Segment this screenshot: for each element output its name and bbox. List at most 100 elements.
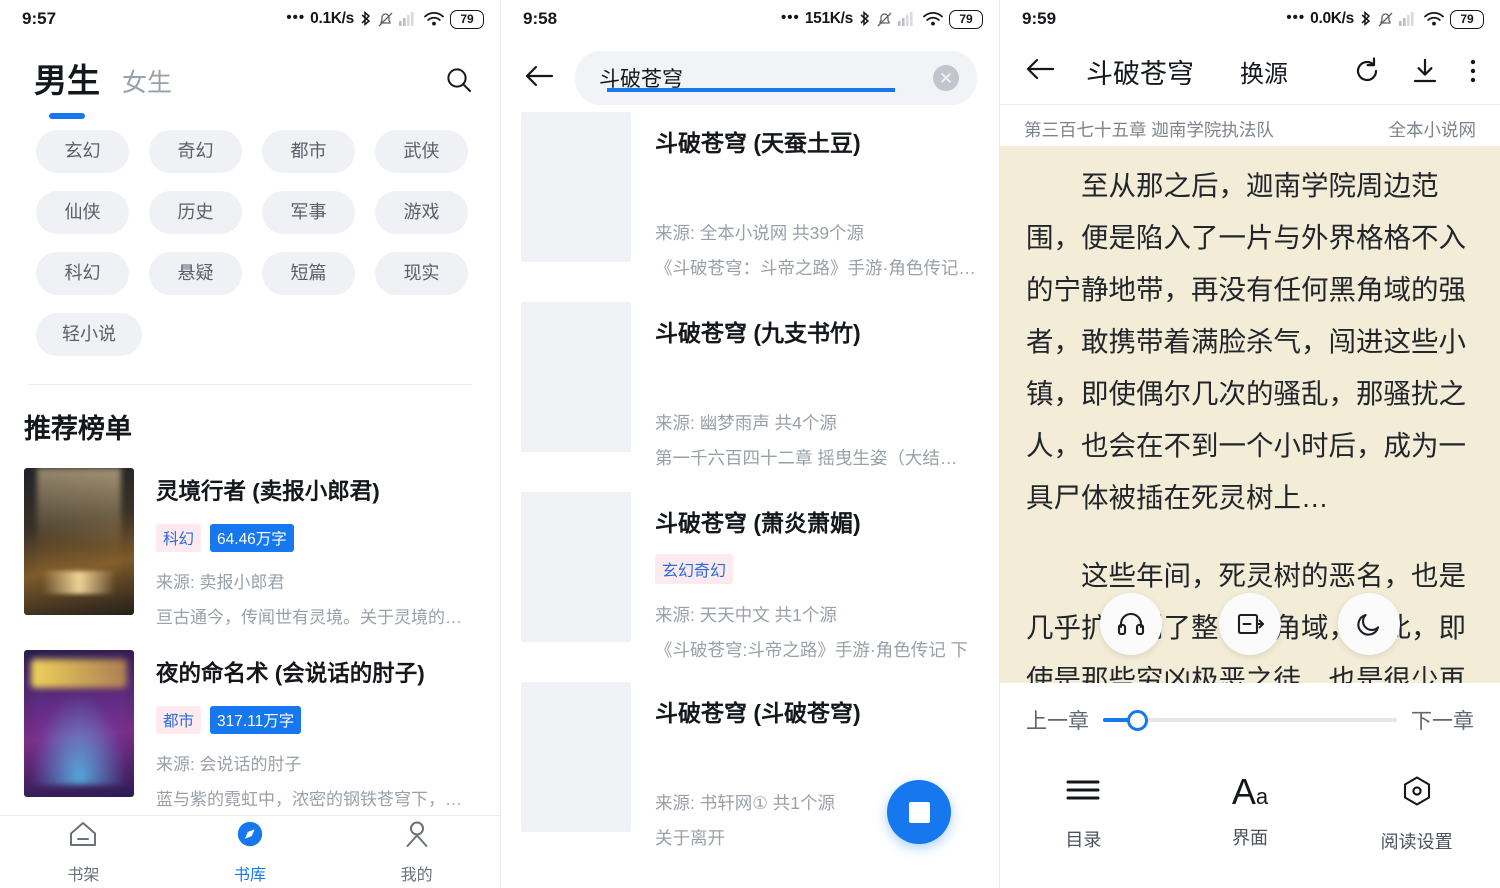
bluetooth-icon bbox=[359, 10, 372, 29]
book-cover-placeholder bbox=[521, 112, 631, 262]
book-title: 斗破苍穹 (萧炎萧媚) bbox=[655, 510, 861, 536]
book-source: 来源: 会说话的肘子 bbox=[156, 755, 302, 774]
book-badges: 科幻 64.46万字 bbox=[156, 524, 484, 552]
category-chip[interactable]: 轻小说 bbox=[36, 313, 142, 356]
book-title: 夜的命名术 (会说话的肘子) bbox=[156, 661, 425, 686]
home-icon bbox=[67, 819, 99, 854]
status-dots: ••• bbox=[1286, 8, 1306, 26]
category-chip[interactable]: 科幻 bbox=[36, 252, 129, 295]
category-chip[interactable]: 悬疑 bbox=[149, 252, 242, 295]
list-item[interactable]: 斗破苍穹 (天蚕土豆) 来源: 全本小说网 共39个源 《斗破苍穹：斗帝之路》手… bbox=[501, 98, 999, 288]
list-item[interactable]: 灵境行者 (卖报小郎君) 科幻 64.46万字 来源: 卖报小郎君 亘古通今，传… bbox=[0, 460, 500, 642]
refresh-icon[interactable] bbox=[1352, 56, 1382, 86]
status-bar-library: 9:57 ••• 0.1K/s 79 bbox=[0, 0, 500, 38]
tool-label: 阅读设置 bbox=[1380, 832, 1453, 852]
search-input[interactable] bbox=[599, 66, 933, 90]
category-chip[interactable]: 玄幻 bbox=[36, 130, 129, 173]
tool-catalog[interactable]: 目录 bbox=[1000, 775, 1167, 854]
book-cover bbox=[24, 650, 134, 797]
status-time: 9:58 bbox=[523, 9, 558, 28]
book-source: 来源: 卖报小郎君 bbox=[156, 573, 285, 592]
book-title: 斗破苍穹 (天蚕土豆) bbox=[655, 130, 861, 156]
gender-tab-bar: 男生 女生 bbox=[0, 38, 500, 119]
category-chip[interactable]: 武侠 bbox=[375, 130, 468, 173]
nav-label: 书库 bbox=[234, 867, 267, 884]
tool-interface[interactable]: Aa 界面 bbox=[1167, 771, 1334, 854]
reader-tool-row: 目录 Aa 界面 阅读设置 bbox=[1000, 771, 1500, 854]
status-net-speed: 151K/s bbox=[804, 10, 853, 27]
battery-icon: 79 bbox=[1450, 9, 1484, 29]
category-chip[interactable]: 现实 bbox=[375, 252, 468, 295]
word-count-badge: 317.11万字 bbox=[210, 706, 302, 734]
nav-item-profile[interactable]: 我的 bbox=[333, 819, 500, 885]
prev-chapter-button[interactable]: 上一章 bbox=[1026, 705, 1089, 735]
tool-reading-settings[interactable]: 阅读设置 bbox=[1333, 775, 1500, 854]
latest-chapter: 《斗破苍穹:斗帝之路》手游·角色传记 下 bbox=[655, 640, 969, 660]
panel-library: 9:57 ••• 0.1K/s 79 男生 女生 玄幻 奇幻 都市 武侠 仙侠 … bbox=[0, 0, 500, 888]
category-chip[interactable]: 都市 bbox=[262, 130, 355, 173]
change-source-button[interactable]: 换源 bbox=[1240, 54, 1288, 89]
category-chip[interactable]: 奇幻 bbox=[149, 130, 242, 173]
stop-square-icon bbox=[908, 801, 930, 823]
tab-active-underline bbox=[49, 113, 85, 119]
book-info: 灵境行者 (卖报小郎君) 科幻 64.46万字 来源: 卖报小郎君 亘古通今，传… bbox=[134, 468, 484, 628]
category-chip[interactable]: 游戏 bbox=[375, 191, 468, 234]
tool-label: 目录 bbox=[1065, 830, 1102, 850]
result-info: 斗破苍穹 (天蚕土豆) 来源: 全本小说网 共39个源 《斗破苍穹：斗帝之路》手… bbox=[631, 112, 981, 288]
category-chip[interactable]: 军事 bbox=[262, 191, 355, 234]
category-chip[interactable]: 历史 bbox=[149, 191, 242, 234]
category-chip-list: 玄幻 奇幻 都市 武侠仙侠 历史 军事 游戏科幻 悬疑 短篇 现实轻小说 bbox=[0, 102, 500, 356]
headphones-icon[interactable] bbox=[1100, 593, 1163, 655]
slider-thumb[interactable] bbox=[1127, 709, 1148, 731]
nav-item-bookshelf[interactable]: 书架 bbox=[0, 819, 167, 885]
bluetooth-icon bbox=[1359, 10, 1372, 29]
book-title: 斗破苍穹 bbox=[1086, 58, 1194, 89]
tab-male[interactable]: 男生 bbox=[34, 54, 100, 119]
battery-level: 79 bbox=[959, 12, 973, 26]
status-badge: 都市 bbox=[156, 706, 202, 734]
search-icon[interactable] bbox=[444, 65, 474, 100]
search-field-wrapper[interactable]: ✕ bbox=[575, 51, 977, 105]
list-item[interactable]: 夜的命名术 (会说话的肘子) 都市 317.11万字 来源: 会说话的肘子 蓝与… bbox=[0, 642, 500, 824]
wifi-icon bbox=[423, 10, 445, 28]
category-chip[interactable]: 仙侠 bbox=[36, 191, 129, 234]
stop-search-button[interactable] bbox=[887, 780, 951, 844]
book-title: 斗破苍穹 (九支书竹) bbox=[655, 320, 861, 346]
next-chapter-button[interactable]: 下一章 bbox=[1411, 705, 1474, 735]
recommend-book-list: 灵境行者 (卖报小郎君) 科幻 64.46万字 来源: 卖报小郎君 亘古通今，传… bbox=[0, 446, 500, 824]
clear-circle-icon[interactable]: ✕ bbox=[933, 65, 959, 91]
book-title: 斗破苍穹 (斗破苍穹) bbox=[655, 700, 861, 726]
result-info: 斗破苍穹 (九支书竹) 来源: 幽梦雨声 共4个源 第一千六百四十二章 摇曳生姿… bbox=[631, 302, 981, 478]
settings-hex-icon bbox=[1400, 775, 1434, 812]
list-item[interactable]: 斗破苍穹 (九支书竹) 来源: 幽梦雨声 共4个源 第一千六百四十二章 摇曳生姿… bbox=[501, 288, 999, 478]
back-arrow-icon[interactable] bbox=[523, 62, 555, 95]
nav-item-library[interactable]: 书库 bbox=[167, 819, 334, 885]
book-title: 灵境行者 (卖报小郎君) bbox=[156, 479, 380, 504]
book-cover-placeholder bbox=[521, 492, 631, 642]
mute-bell-icon bbox=[377, 10, 394, 29]
wifi-icon bbox=[1423, 10, 1445, 28]
signal-icon bbox=[898, 10, 917, 28]
bottom-navigation: 书架 书库 我的 bbox=[0, 815, 500, 888]
chapter-progress-slider[interactable] bbox=[1103, 709, 1397, 731]
list-item[interactable]: 斗破苍穹 (萧炎萧媚) 玄幻奇幻 来源: 天天中文 共1个源 《斗破苍穹:斗帝之… bbox=[501, 478, 999, 668]
word-count-badge: 64.46万字 bbox=[210, 524, 294, 552]
nav-label: 书架 bbox=[67, 867, 100, 884]
tab-female[interactable]: 女生 bbox=[122, 63, 172, 99]
book-cover bbox=[24, 468, 134, 615]
status-dots: ••• bbox=[781, 8, 800, 26]
night-mode-icon[interactable] bbox=[1337, 593, 1400, 655]
book-cover-placeholder bbox=[521, 302, 631, 452]
panel-reader: 9:59 ••• 0.0K/s 79 斗破苍穹 换源 第三百七十五章 迦南学院执… bbox=[1000, 0, 1500, 888]
mute-bell-icon bbox=[876, 10, 893, 29]
font-size-icon: Aa bbox=[1231, 771, 1269, 812]
back-arrow-icon[interactable] bbox=[1024, 55, 1056, 88]
mute-bell-icon bbox=[1377, 10, 1394, 29]
three-panel-screenshot: 9:57 ••• 0.1K/s 79 男生 女生 玄幻 奇幻 都市 武侠 仙侠 … bbox=[0, 0, 1500, 888]
compass-icon bbox=[234, 819, 266, 854]
more-vertical-icon[interactable] bbox=[1468, 56, 1478, 86]
category-chip[interactable]: 短篇 bbox=[262, 252, 355, 295]
download-icon[interactable] bbox=[1410, 56, 1440, 86]
bluetooth-icon bbox=[858, 10, 871, 29]
auto-page-icon[interactable] bbox=[1218, 593, 1281, 655]
